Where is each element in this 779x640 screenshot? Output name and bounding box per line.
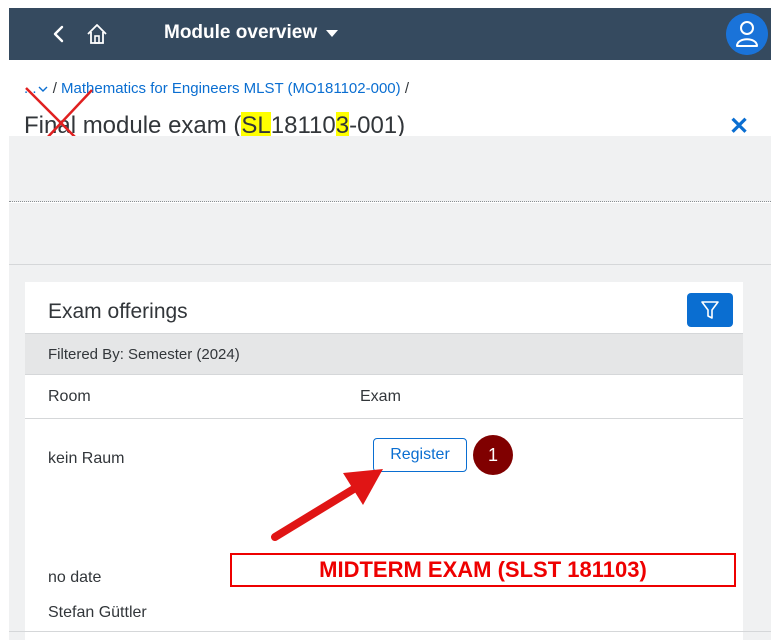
title-highlight: 3: [335, 112, 350, 139]
title-text: 18110: [270, 112, 336, 139]
midterm-label-annotation: MIDTERM EXAM (SLST 181103): [230, 553, 736, 587]
caret-down-icon: [326, 29, 339, 37]
anchor-bar: [9, 203, 771, 265]
filter-button[interactable]: [687, 293, 733, 327]
filter-info-text: Filtered By: Semester (2024): [48, 346, 240, 363]
header-band: [9, 136, 771, 202]
home-icon[interactable]: [83, 20, 111, 48]
step-badge: 1: [473, 435, 513, 475]
breadcrumb-ellipsis[interactable]: ...: [24, 80, 49, 97]
filter-info-bar: Filtered By: Semester (2024): [25, 333, 743, 375]
cell-examiner: Stefan Güttler: [48, 604, 147, 621]
shell-bar: Module overview: [9, 8, 771, 60]
user-avatar-icon[interactable]: [726, 13, 768, 55]
cell-date: no date: [48, 569, 102, 586]
breadcrumb-separator: /: [52, 80, 57, 97]
title-text: -001): [349, 112, 406, 139]
title-highlight: SL: [241, 112, 271, 139]
breadcrumb-link-module[interactable]: Mathematics for Engineers MLST (MO181102…: [61, 80, 401, 97]
table-header: Room Exam: [25, 375, 743, 419]
breadcrumb-separator: /: [404, 80, 409, 97]
register-button[interactable]: Register: [373, 438, 467, 472]
app-title: Module overview: [164, 22, 318, 43]
title-text: Final module exam (: [24, 112, 242, 139]
chevron-down-icon: [38, 86, 48, 93]
filter-icon: [701, 301, 719, 319]
divider: [9, 631, 771, 632]
breadcrumb: ... / Mathematics for Engineers MLST (MO…: [24, 80, 409, 97]
app-title-menu[interactable]: Module overview: [164, 22, 339, 44]
panel-title: Exam offerings: [48, 300, 188, 323]
column-header-exam: Exam: [360, 388, 401, 405]
cell-room: kein Raum: [48, 450, 125, 467]
column-header-room: Room: [48, 388, 91, 405]
back-icon[interactable]: [47, 20, 71, 48]
